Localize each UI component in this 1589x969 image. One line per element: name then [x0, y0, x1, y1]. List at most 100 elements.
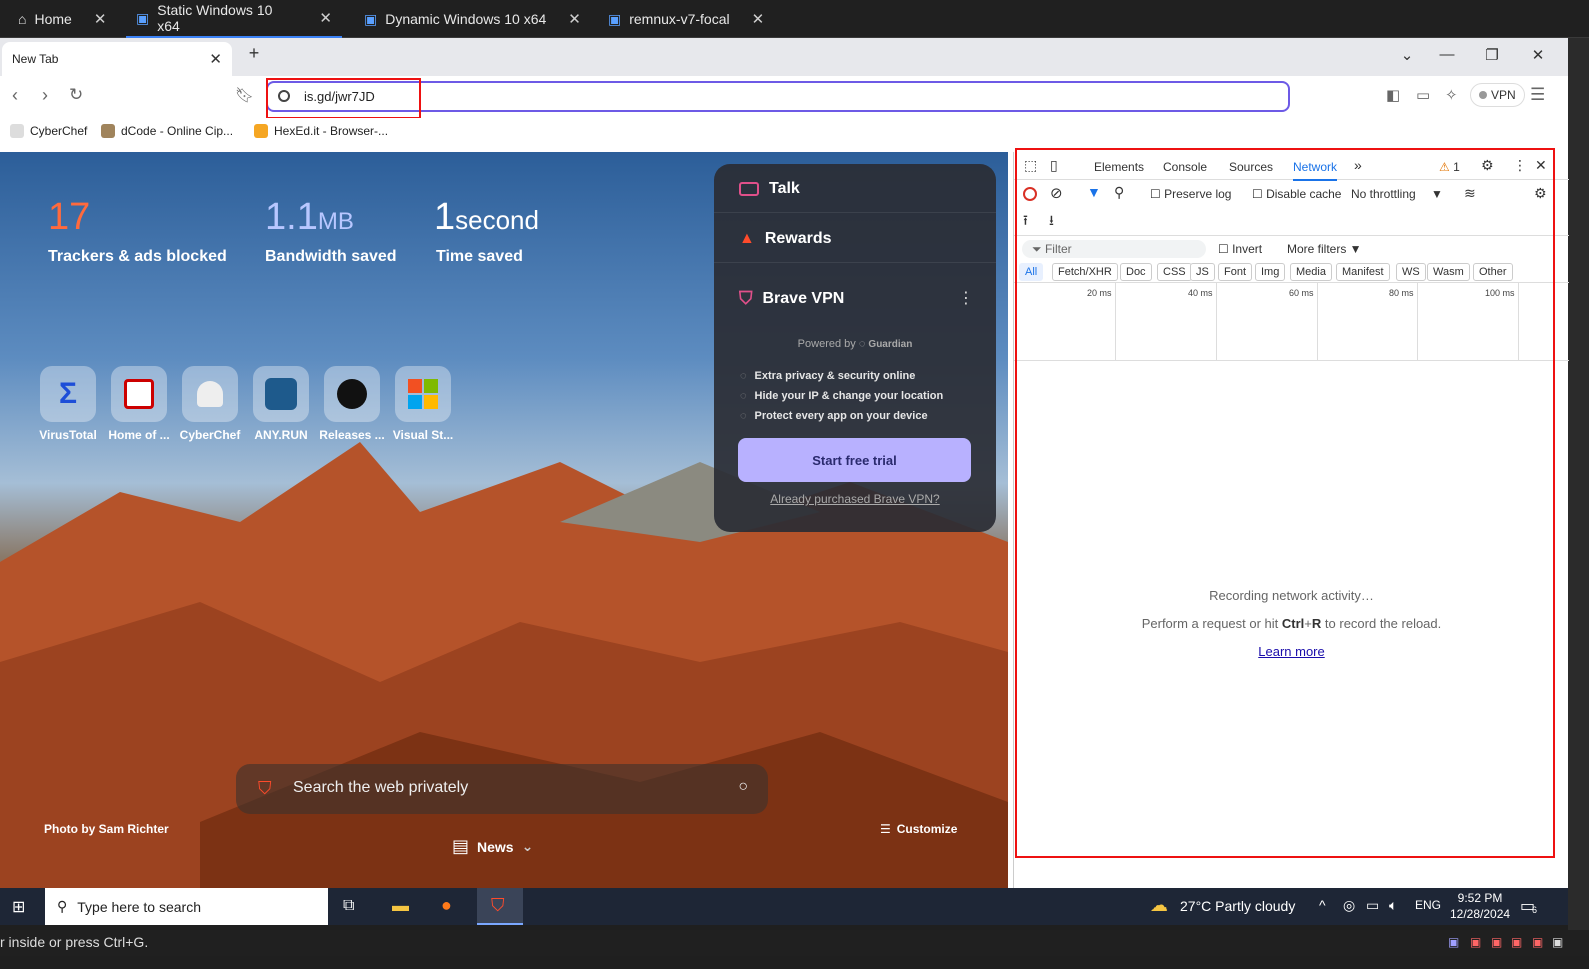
- clock[interactable]: 9:52 PM 12/28/2024: [1450, 890, 1510, 922]
- window-close-icon[interactable]: ✕: [1528, 46, 1548, 64]
- more-tabs-icon[interactable]: »: [1354, 157, 1362, 173]
- type-filter-manifest[interactable]: Manifest: [1336, 263, 1390, 281]
- leo-ai-icon[interactable]: ✧: [1445, 86, 1458, 104]
- forward-icon[interactable]: ›: [42, 85, 48, 106]
- menu-icon[interactable]: ☰: [1530, 85, 1545, 105]
- vm-tab-static-windows[interactable]: ▣ Static Windows 10 x64 ✕: [126, 0, 342, 38]
- reload-icon[interactable]: ↻: [69, 85, 83, 105]
- vm-tab-home[interactable]: ⌂ Home ✕: [8, 0, 116, 38]
- clear-icon[interactable]: ⊘: [1050, 184, 1063, 202]
- photo-credit[interactable]: Photo by Sam Richter: [44, 822, 169, 836]
- type-filter-fetch-xhr[interactable]: Fetch/XHR: [1052, 263, 1118, 281]
- minimize-icon[interactable]: —: [1437, 46, 1457, 63]
- network-conditions-icon[interactable]: ≋: [1464, 185, 1476, 202]
- tile-virustotal[interactable]: Σ: [40, 366, 96, 422]
- start-free-trial-button[interactable]: Start free trial: [738, 438, 971, 482]
- brave-taskbar-button[interactable]: ⛉: [477, 888, 523, 925]
- weather-text[interactable]: 27°C Partly cloudy: [1180, 898, 1295, 914]
- restore-icon[interactable]: ❐: [1482, 46, 1502, 64]
- type-filter-wasm[interactable]: Wasm: [1427, 263, 1470, 281]
- web-search-bar[interactable]: ⛉ Search the web privately ○: [236, 764, 768, 814]
- network-settings-icon[interactable]: ⚙: [1534, 185, 1547, 202]
- filter-input[interactable]: ⏷ Filter: [1022, 240, 1206, 258]
- throttling-select[interactable]: No throttling ▼: [1351, 187, 1443, 201]
- tab-sources[interactable]: Sources: [1229, 160, 1273, 174]
- export-har-icon[interactable]: ⭳: [1049, 210, 1054, 234]
- import-har-icon[interactable]: ⭱: [1023, 210, 1028, 234]
- meet-icon[interactable]: ◎: [1343, 897, 1355, 914]
- devtools-close-icon[interactable]: ✕: [1535, 157, 1547, 174]
- type-filter-media[interactable]: Media: [1290, 263, 1332, 281]
- search-icon[interactable]: ○: [738, 778, 748, 796]
- type-filter-all[interactable]: All: [1019, 263, 1044, 281]
- network-icon[interactable]: ▭: [1366, 897, 1379, 914]
- devtools-menu-icon[interactable]: ⋮: [1513, 157, 1527, 174]
- tray-app-icon[interactable]: ▣: [1552, 935, 1563, 949]
- vm-tab-remnux[interactable]: ▣ remnux-v7-focal ✕: [598, 0, 774, 38]
- rewards-widget[interactable]: ▲ Rewards: [714, 230, 996, 248]
- more-options-icon[interactable]: ⋮: [958, 288, 974, 308]
- talk-widget[interactable]: Talk: [714, 180, 996, 198]
- tray-overflow-icon[interactable]: ^: [1319, 897, 1326, 913]
- type-filter-js[interactable]: JS: [1190, 263, 1215, 281]
- filter-icon[interactable]: ▼: [1087, 184, 1101, 200]
- tray-app-icon[interactable]: ▣: [1470, 935, 1481, 949]
- tray-app-icon[interactable]: ▣: [1448, 935, 1459, 949]
- sidebar-icon[interactable]: ◧: [1386, 86, 1400, 104]
- tab-elements[interactable]: Elements: [1094, 160, 1144, 174]
- search-icon[interactable]: ⚲: [1114, 184, 1124, 201]
- tray-app-icon[interactable]: ▣: [1491, 935, 1502, 949]
- type-filter-css[interactable]: CSS: [1157, 263, 1192, 281]
- close-icon[interactable]: ✕: [209, 50, 222, 68]
- tile-releases[interactable]: [324, 366, 380, 422]
- firefox-icon[interactable]: ●: [441, 895, 452, 916]
- more-filters-dropdown[interactable]: More filters ▼: [1287, 242, 1362, 256]
- preserve-log-checkbox[interactable]: ☐ Preserve log: [1150, 187, 1231, 201]
- start-icon[interactable]: ⊞: [12, 897, 25, 917]
- tab-console[interactable]: Console: [1163, 160, 1207, 174]
- inspect-icon[interactable]: ⬚: [1024, 157, 1037, 174]
- type-filter-ws[interactable]: WS: [1396, 263, 1426, 281]
- already-purchased-link[interactable]: Already purchased Brave VPN?: [714, 492, 996, 506]
- tile-visual-studio[interactable]: [395, 366, 451, 422]
- volume-icon[interactable]: 🔈︎: [1389, 897, 1397, 914]
- tile-cyberchef[interactable]: [182, 366, 238, 422]
- news-button[interactable]: ▤ News ⌄: [452, 836, 533, 857]
- disable-cache-checkbox[interactable]: ☐ Disable cache: [1252, 187, 1341, 201]
- task-view-icon[interactable]: ⧉: [343, 897, 354, 915]
- invert-checkbox[interactable]: ☐ Invert: [1218, 242, 1262, 256]
- close-icon[interactable]: ✕: [319, 9, 332, 27]
- type-filter-font[interactable]: Font: [1218, 263, 1253, 281]
- tile-home-of[interactable]: [111, 366, 167, 422]
- bookmark-cyberchef[interactable]: CyberChef: [10, 124, 87, 138]
- bookmark-hexedit[interactable]: HexEd.it - Browser-...: [254, 124, 388, 138]
- customize-button[interactable]: ☰ Customize: [880, 822, 957, 836]
- record-icon[interactable]: [1023, 187, 1037, 201]
- type-filter-doc[interactable]: Doc: [1120, 263, 1152, 281]
- device-toolbar-icon[interactable]: ▯: [1050, 157, 1058, 174]
- close-icon[interactable]: ✕: [568, 10, 581, 28]
- browser-tab-new-tab[interactable]: New Tab ✕: [2, 42, 232, 76]
- type-filter-other[interactable]: Other: [1473, 263, 1513, 281]
- tile-anyrun[interactable]: [253, 366, 309, 422]
- tray-app-icon[interactable]: ▣: [1511, 935, 1522, 949]
- taskbar-search[interactable]: ⚲ Type here to search: [45, 888, 328, 925]
- language-indicator[interactable]: ENG: [1415, 898, 1441, 912]
- vm-tab-dynamic-windows[interactable]: ▣ Dynamic Windows 10 x64 ✕: [354, 0, 591, 38]
- close-icon[interactable]: ✕: [752, 10, 765, 28]
- type-filter-img[interactable]: Img: [1255, 263, 1286, 281]
- file-explorer-icon[interactable]: ▬: [392, 896, 409, 916]
- close-icon[interactable]: ✕: [94, 10, 107, 28]
- tab-network[interactable]: Network: [1293, 160, 1338, 181]
- chevron-down-icon[interactable]: ⌄: [1397, 46, 1417, 64]
- wallet-icon[interactable]: ▭: [1416, 86, 1430, 104]
- tray-app-icon[interactable]: ▣: [1532, 935, 1543, 949]
- warnings-badge[interactable]: ⚠ 1: [1439, 160, 1460, 174]
- bookmark-dcode[interactable]: dCode - Online Cip...: [101, 124, 233, 138]
- settings-icon[interactable]: ⚙: [1481, 157, 1494, 174]
- vpn-button[interactable]: VPN: [1470, 83, 1525, 107]
- bookmark-icon[interactable]: 🔖︎: [235, 86, 254, 104]
- learn-more-link[interactable]: Learn more: [1014, 644, 1569, 659]
- new-tab-plus-icon[interactable]: +: [244, 43, 264, 64]
- back-icon[interactable]: ‹: [12, 85, 18, 106]
